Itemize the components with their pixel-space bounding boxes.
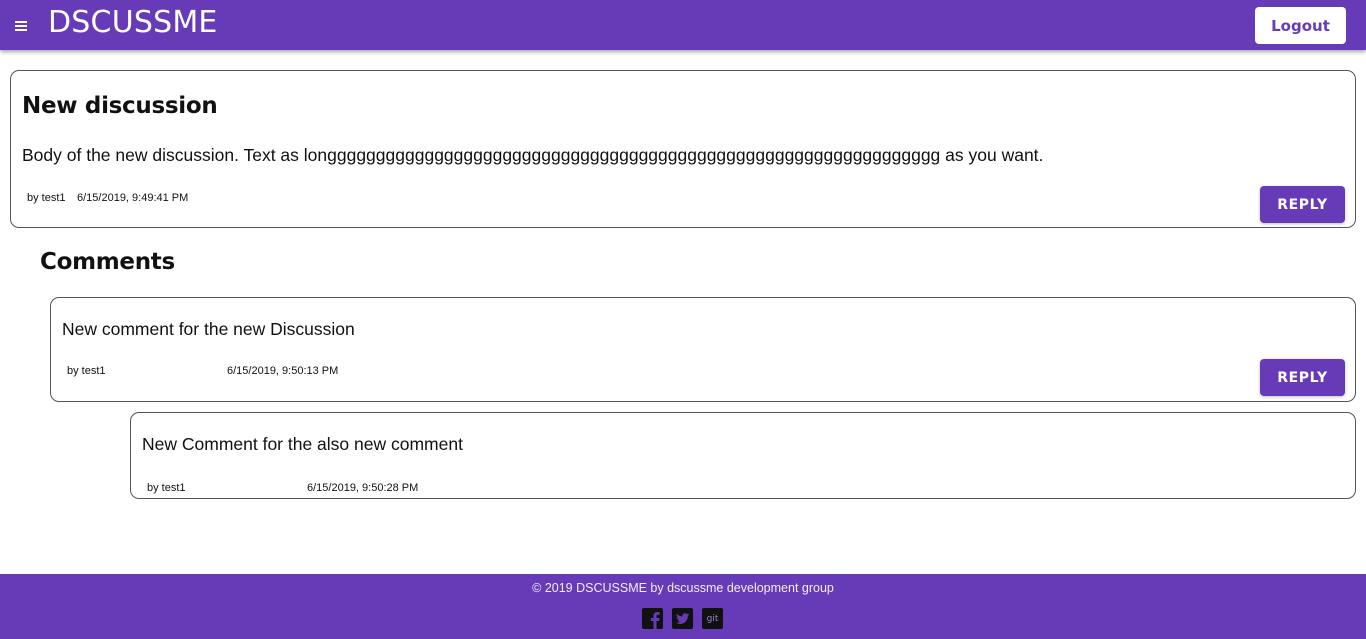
logout-button[interactable]: Logout: [1255, 7, 1346, 44]
app-title[interactable]: DSCUSSME: [48, 5, 218, 40]
comment-author: by test1: [67, 365, 106, 377]
menu-button[interactable]: [11, 16, 31, 36]
comment-text: New comment for the new Discussion: [62, 319, 355, 339]
twitter-icon: [672, 608, 693, 629]
footer-copyright: © 2019 DSCUSSME by dscussme development …: [532, 581, 834, 595]
discussion-title: New discussion: [22, 93, 218, 119]
git-link[interactable]: git: [702, 608, 723, 629]
discussion-reply-button[interactable]: REPLY: [1260, 186, 1345, 223]
comment-date: 6/15/2019, 9:50:28 PM: [307, 482, 419, 494]
comment-author: by test1: [147, 482, 186, 494]
twitter-link[interactable]: [672, 608, 693, 629]
comments-heading: Comments: [40, 249, 175, 275]
hamburger-icon: [15, 21, 27, 31]
discussion-date: 6/15/2019, 9:49:41 PM: [77, 192, 189, 204]
discussion-card: New discussion Body of the new discussio…: [10, 70, 1356, 228]
top-app-bar: DSCUSSME Logout: [0, 0, 1366, 50]
comment-card: New comment for the new Discussion by te…: [50, 297, 1356, 402]
comment-date: 6/15/2019, 9:50:13 PM: [227, 365, 339, 377]
discussion-body: Body of the new discussion. Text as long…: [22, 145, 1044, 165]
git-icon-label: git: [707, 614, 719, 624]
comment-text: New Comment for the also new comment: [142, 434, 463, 454]
page-footer: © 2019 DSCUSSME by dscussme development …: [0, 574, 1366, 639]
facebook-icon: [642, 608, 663, 629]
discussion-author: by test1: [27, 192, 66, 204]
git-icon: git: [702, 608, 723, 629]
comment-reply-button[interactable]: REPLY: [1260, 359, 1345, 396]
facebook-link[interactable]: [642, 608, 663, 629]
nested-comment-card: New Comment for the also new comment by …: [130, 412, 1356, 499]
